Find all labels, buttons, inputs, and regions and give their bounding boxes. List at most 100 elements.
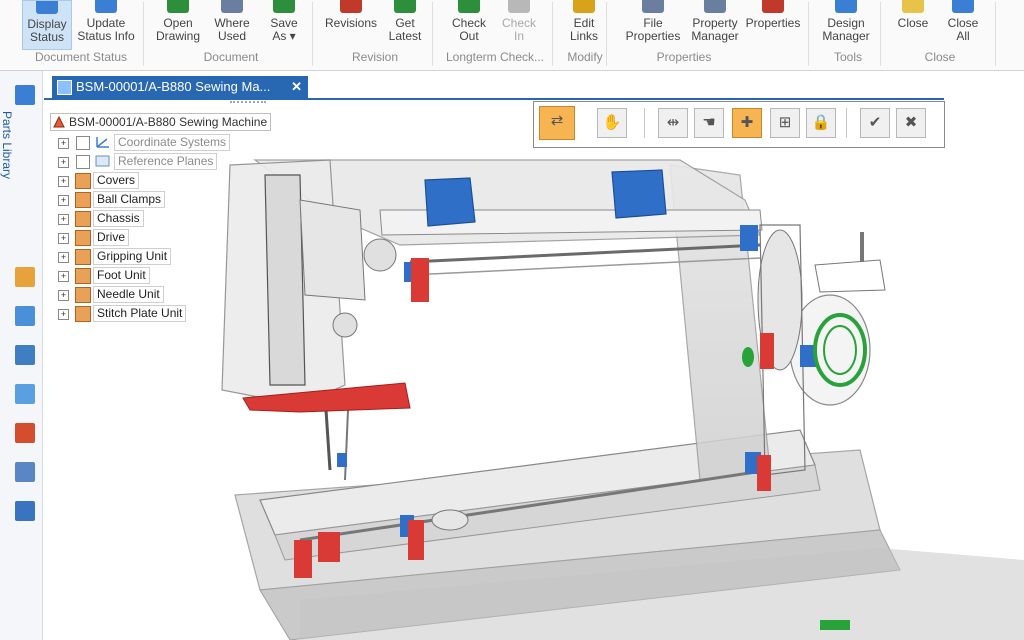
split-view-button[interactable]: ⇹	[658, 108, 688, 138]
expand-icon[interactable]: +	[58, 290, 69, 301]
select-component-button[interactable]: ⇄	[539, 106, 575, 140]
ribbon-button-label: Properties	[625, 29, 681, 43]
ribbon-button[interactable]: Close All	[940, 0, 986, 50]
accept-button[interactable]: ✔	[860, 108, 890, 138]
expand-icon[interactable]: +	[58, 271, 69, 282]
ribbon-button[interactable]: File Properties	[624, 0, 682, 50]
lock-button[interactable]: 🔒	[806, 108, 836, 138]
expand-icon[interactable]: +	[58, 176, 69, 187]
ribbon-button[interactable]: Get Latest	[384, 0, 426, 50]
tree-node-label: Needle Unit	[93, 286, 164, 303]
ribbon-button[interactable]: Check Out	[448, 0, 490, 50]
ribbon-button[interactable]: Update Status Info	[75, 0, 137, 50]
tree-node-label: Foot Unit	[93, 267, 150, 284]
ribbon-button-label: Status	[29, 30, 65, 44]
color-map-icon[interactable]	[15, 423, 35, 443]
parts-library-icon[interactable]	[15, 85, 35, 105]
move-button[interactable]: ✋	[597, 108, 627, 138]
ribbon-group-label: Document	[203, 50, 259, 64]
floating-toolbar: ⇄ ✋ ⇹ ☚ ✚ ⊞ 🔒 ✔ ✖	[533, 101, 945, 148]
tree-node-label: Gripping Unit	[93, 248, 172, 265]
help-icon[interactable]	[15, 384, 35, 404]
ribbon-button-label: Manager	[691, 29, 739, 43]
assembly-document-icon	[57, 80, 72, 95]
ribbon-group-separator	[312, 2, 313, 66]
panel-grip[interactable]	[230, 101, 266, 107]
ribbon-button-icon	[902, 0, 924, 13]
tree-root[interactable]: BSM-00001/A-B880 Sewing Machine	[50, 113, 272, 131]
close-tab-icon[interactable]: ✕	[291, 76, 302, 98]
filter-button[interactable]: ⊞	[770, 108, 800, 138]
pick-button[interactable]: ☚	[694, 108, 724, 138]
sewing-machine-model	[44, 100, 1024, 640]
ribbon-button-icon	[340, 0, 362, 13]
tree-node-label: Stitch Plate Unit	[93, 305, 187, 322]
parts-library-title[interactable]: Parts Library	[0, 111, 14, 179]
ribbon-group-label: Properties	[656, 50, 712, 64]
ribbon-button-label: Drawing	[155, 29, 200, 43]
expand-icon[interactable]: +	[58, 233, 69, 244]
pick-highlight-button[interactable]: ✚	[732, 108, 762, 138]
document-tab[interactable]: BSM-00001/A-B880 Sewing Ma... ✕	[52, 76, 308, 98]
ribbon-group-label: Longterm Check...	[445, 50, 545, 64]
ribbon-button[interactable]: Open Drawing	[152, 0, 204, 50]
ribbon-group-label: Document Status	[34, 50, 128, 64]
ribbon-button-label: As ▾	[272, 29, 296, 43]
ribbon-button[interactable]: Close	[888, 0, 938, 50]
visibility-checkbox[interactable]	[76, 136, 90, 150]
coordinate-system-icon	[95, 135, 111, 149]
ribbon-group-separator	[606, 2, 607, 66]
checkmark-icon: ✔	[868, 114, 882, 131]
ribbon-button[interactable]: Check In	[498, 0, 540, 50]
split-view-icon: ⇹	[666, 114, 680, 131]
view-icon[interactable]	[15, 306, 35, 326]
structure-icon[interactable]	[15, 267, 35, 287]
filter-icon: ⊞	[778, 114, 792, 131]
assembly-icon	[75, 211, 91, 227]
ribbon-button[interactable]: Revisions	[322, 0, 380, 50]
ribbon-button[interactable]: Edit Links	[564, 0, 604, 50]
close-icon: ✖	[904, 114, 918, 131]
ribbon-button[interactable]: Where Used	[208, 0, 256, 50]
ribbon-button[interactable]: Property Manager	[686, 0, 744, 50]
ribbon-button-label: Revisions	[324, 16, 378, 30]
assembly-icon	[75, 306, 91, 322]
toolbar-separator	[644, 108, 645, 138]
settings-icon[interactable]	[15, 501, 35, 521]
assembly-icon	[75, 287, 91, 303]
ribbon-button-icon	[273, 0, 295, 13]
expand-icon[interactable]: +	[58, 214, 69, 225]
grid-icon[interactable]	[15, 462, 35, 482]
ribbon-button-label: In	[513, 29, 524, 43]
ribbon-button-label: Links	[569, 29, 598, 43]
ribbon-button-icon	[221, 0, 243, 13]
ribbon-button[interactable]: Properties	[742, 0, 804, 50]
ribbon-group-separator	[432, 2, 433, 66]
expand-icon[interactable]: +	[58, 138, 69, 149]
tree-root-label: BSM-00001/A-B880 Sewing Machine	[69, 115, 268, 129]
assembly-icon	[75, 249, 91, 265]
cancel-button[interactable]: ✖	[896, 108, 926, 138]
expand-icon[interactable]: +	[58, 309, 69, 320]
visibility-checkbox[interactable]	[76, 155, 90, 169]
ribbon-button[interactable]: Design Manager	[820, 0, 872, 50]
ribbon: Display Status Update Status Info Open Drawin…	[0, 0, 1024, 71]
ribbon-group-separator	[880, 2, 881, 66]
tree-node-label: Reference Planes	[114, 153, 218, 170]
ribbon-button-icon	[95, 0, 117, 13]
ribbon-button-icon	[508, 0, 530, 13]
ribbon-button-icon	[167, 0, 189, 13]
expand-icon[interactable]: +	[58, 195, 69, 206]
tree-node-label: Chassis	[93, 210, 144, 227]
ribbon-button[interactable]: Display Status	[22, 0, 72, 50]
assembly-icon	[75, 173, 91, 189]
pick-icon: ☚	[702, 114, 716, 131]
expand-icon[interactable]: +	[58, 252, 69, 263]
expand-icon[interactable]: +	[58, 157, 69, 168]
3d-viewport[interactable]	[44, 100, 1024, 640]
left-toolbar: Parts Library	[0, 71, 43, 640]
ribbon-button-icon	[762, 0, 784, 13]
gauge-icon[interactable]	[15, 345, 35, 365]
ribbon-button[interactable]: Save As ▾	[264, 0, 304, 50]
toolbar-separator	[846, 108, 847, 138]
